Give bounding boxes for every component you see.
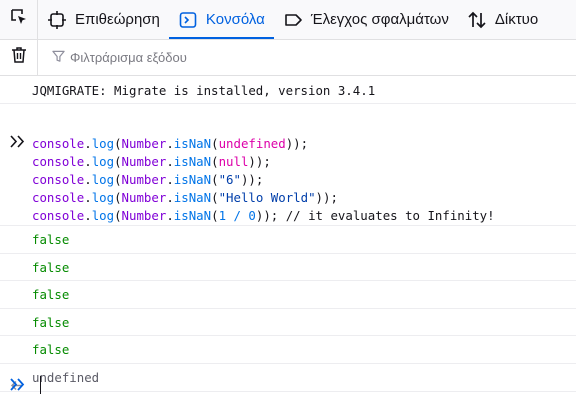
evaluated-input: console.log(Number.isNaN(undefined)); co… bbox=[0, 104, 576, 226]
code-line: console.log(Number.isNaN("6")); bbox=[32, 172, 264, 187]
result-value: false bbox=[32, 232, 70, 247]
trash-icon bbox=[10, 46, 28, 69]
code-line: console.log(Number.isNaN(1 / 0)); // it … bbox=[32, 208, 495, 223]
clear-console-button[interactable] bbox=[0, 39, 38, 76]
result-row: false bbox=[0, 281, 576, 309]
tab-console[interactable]: Κονσόλα bbox=[168, 0, 274, 39]
console-icon bbox=[177, 9, 199, 31]
log-message: JQMIGRATE: Migrate is installed, version… bbox=[0, 77, 576, 104]
filter-placeholder: Φιλτράρισμα εξόδου bbox=[70, 50, 187, 65]
funnel-icon bbox=[52, 50, 70, 66]
result-row: false bbox=[0, 254, 576, 281]
result-value: false bbox=[32, 259, 70, 275]
devtools-toolbar: Επιθεώρηση Κονσόλα Έλεγχος σφαλμάτων Δίκ… bbox=[0, 0, 576, 40]
result-value: false bbox=[32, 314, 70, 330]
prompt-chevron-icon bbox=[10, 378, 25, 396]
tab-label: Επιθεώρηση bbox=[75, 11, 160, 28]
tab-label: Δίκτυο bbox=[494, 11, 539, 28]
console-input[interactable] bbox=[0, 368, 576, 403]
element-picker-button[interactable] bbox=[0, 0, 38, 39]
tab-label: Έλεγχος σφαλμάτων bbox=[310, 11, 449, 28]
result-row: false bbox=[0, 226, 576, 254]
result-row: false bbox=[0, 309, 576, 336]
text-caret bbox=[40, 376, 41, 394]
tab-inspector[interactable]: Επιθεώρηση bbox=[38, 0, 169, 39]
tab-debugger[interactable]: Έλεγχος σφαλμάτων bbox=[274, 0, 458, 39]
console-filter-bar: Φιλτράρισμα εξόδου bbox=[0, 39, 576, 76]
input-chevron-icon bbox=[10, 135, 25, 151]
debugger-icon bbox=[282, 9, 304, 31]
filter-output-field[interactable]: Φιλτράρισμα εξόδου bbox=[52, 50, 187, 66]
result-row: false bbox=[0, 336, 576, 364]
code-line: console.log(Number.isNaN(undefined)); bbox=[32, 136, 309, 151]
tab-label: Κονσόλα bbox=[205, 11, 265, 28]
console-output: JQMIGRATE: Migrate is installed, version… bbox=[0, 77, 576, 392]
code-line: console.log(Number.isNaN(null)); bbox=[32, 154, 271, 169]
code-line: console.log(Number.isNaN("Hello World"))… bbox=[32, 190, 338, 205]
result-value: false bbox=[32, 287, 70, 302]
result-value: false bbox=[32, 342, 70, 357]
tab-network[interactable]: Δίκτυο bbox=[458, 0, 547, 39]
network-icon bbox=[466, 9, 488, 31]
element-picker-icon bbox=[9, 7, 29, 32]
log-text: JQMIGRATE: Migrate is installed, version… bbox=[32, 83, 376, 98]
inspector-icon bbox=[46, 9, 68, 31]
